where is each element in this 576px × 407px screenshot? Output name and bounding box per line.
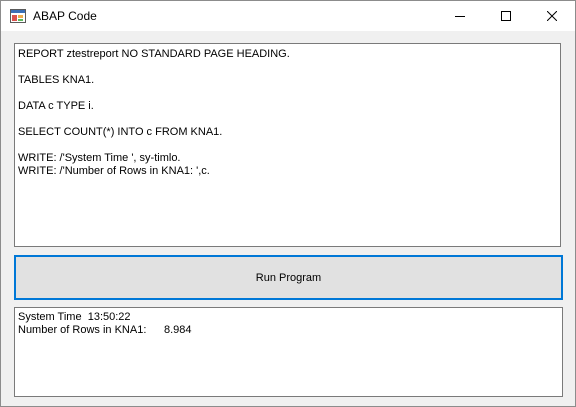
system-time-label: System Time (18, 311, 82, 323)
code-line: SELECT COUNT(*) INTO c FROM KNA1. (18, 126, 223, 138)
title-bar[interactable]: ABAP Code (1, 1, 575, 31)
abap-code-editor[interactable]: REPORT ztestreport NO STANDARD PAGE HEAD… (14, 43, 561, 247)
rows-count-value: 8.984 (164, 324, 192, 336)
maximize-icon (501, 11, 511, 21)
rows-count-line: Number of Rows in KNA1: 8.984 (18, 324, 559, 337)
code-line: WRITE: /'System Time ', sy-timlo. (18, 152, 181, 164)
system-time-line: System Time 13:50:22 (18, 311, 559, 324)
app-window-icon (10, 8, 26, 24)
minimize-icon (455, 11, 465, 21)
maximize-button[interactable] (483, 1, 529, 31)
run-program-label: Run Program (255, 271, 322, 284)
minimize-button[interactable] (437, 1, 483, 31)
code-line: TABLES KNA1. (18, 74, 95, 86)
system-time-value: 13:50:22 (87, 311, 131, 323)
code-line: WRITE: /'Number of Rows in KNA1: ',c. (18, 165, 210, 177)
abap-code-window: ABAP Code REPORT ztestreport NO STANDARD… (0, 0, 576, 407)
close-icon (547, 11, 557, 21)
close-button[interactable] (529, 1, 575, 31)
code-line: DATA c TYPE i. (18, 100, 94, 112)
code-line: REPORT ztestreport NO STANDARD PAGE HEAD… (18, 48, 290, 60)
window-title: ABAP Code (33, 9, 97, 23)
rows-count-label: Number of Rows in KNA1: (18, 324, 147, 336)
output-panel[interactable]: System Time 13:50:22 Number of Rows in K… (14, 307, 563, 397)
run-program-button[interactable]: Run Program (14, 255, 563, 300)
